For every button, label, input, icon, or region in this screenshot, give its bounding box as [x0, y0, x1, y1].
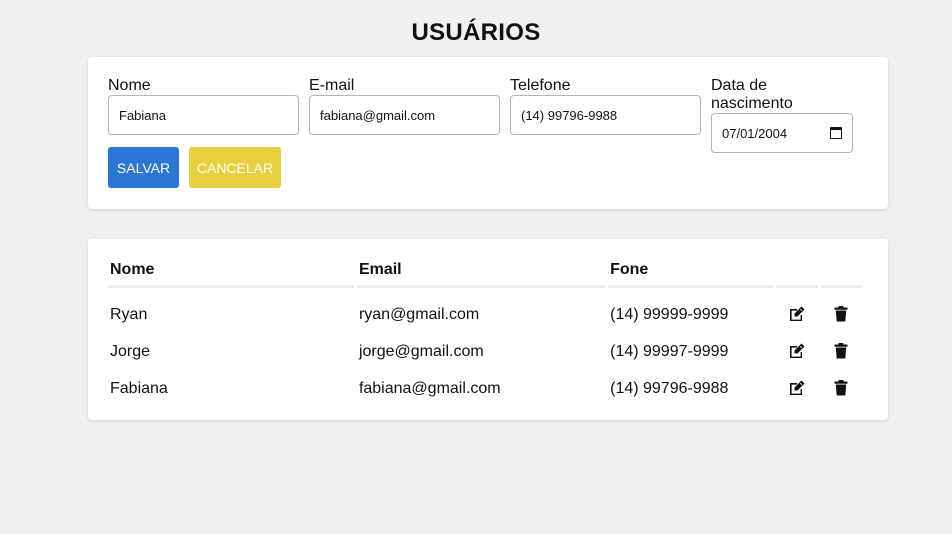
delete-action [821, 333, 863, 370]
table-header-row: Nome Email Fone [108, 257, 862, 288]
table-row: Ryan ryan@gmail.com (14) 99999-9999 [108, 288, 862, 333]
page-title: USUÁRIOS [411, 19, 541, 46]
cell-email: fabiana@gmail.com [358, 379, 501, 397]
nascimento-input[interactable]: 07/01/2004 [711, 113, 853, 153]
header-delete [820, 257, 862, 288]
edit-icon[interactable] [788, 379, 806, 397]
cell-nome: Fabiana [110, 379, 168, 397]
nome-input-value: Fabiana [119, 107, 166, 123]
email-input[interactable]: fabiana@gmail.com [309, 95, 500, 135]
table-row: Fabiana fabiana@gmail.com (14) 99796-998… [108, 370, 862, 407]
cell-fone: (14) 99997-9999 [610, 342, 729, 360]
email-field-group: E-mail fabiana@gmail.com [309, 77, 500, 135]
telefone-field-group: Telefone (14) 99796-9988 [510, 77, 701, 135]
email-input-value: fabiana@gmail.com [320, 107, 436, 123]
header-email: Email [356, 257, 606, 288]
users-table: Nome Email Fone Ryan ryan@gmail.com (14)… [105, 257, 865, 407]
cancel-button[interactable]: CANCELAR [189, 147, 281, 188]
cell-email: jorge@gmail.com [358, 342, 484, 360]
delete-action [821, 370, 863, 407]
edit-action [776, 333, 817, 370]
edit-icon[interactable] [788, 342, 806, 360]
trash-icon[interactable] [832, 305, 850, 323]
trash-icon[interactable] [832, 379, 850, 397]
telefone-label: Telefone [510, 77, 571, 94]
table-row: Jorge jorge@gmail.com (14) 99997-9999 [108, 333, 862, 370]
nome-field-group: Nome Fabiana [108, 77, 299, 135]
nome-label: Nome [108, 77, 151, 94]
email-label: E-mail [309, 77, 355, 94]
save-button[interactable]: SALVAR [108, 147, 179, 188]
edit-action [776, 288, 817, 333]
cell-nome: Jorge [110, 342, 151, 360]
users-table-card: Nome Email Fone Ryan ryan@gmail.com (14)… [88, 239, 888, 420]
edit-action [776, 370, 817, 407]
user-form: Nome Fabiana E-mail fabiana@gmail.com Te… [88, 57, 888, 209]
cell-nome: Ryan [110, 305, 148, 323]
header-nome: Nome [108, 257, 354, 288]
nascimento-label: Data de nascimento [711, 77, 793, 112]
calendar-icon[interactable] [830, 127, 842, 139]
header-fone: Fone [608, 257, 774, 288]
cell-fone: (14) 99999-9999 [610, 305, 729, 323]
nascimento-field-group: Data de nascimento 07/01/2004 [711, 77, 853, 153]
delete-action [821, 288, 863, 333]
nascimento-input-value: 07/01/2004 [722, 125, 788, 141]
cell-fone: (14) 99796-9988 [610, 379, 729, 397]
trash-icon[interactable] [832, 342, 850, 360]
cell-email: ryan@gmail.com [358, 305, 480, 323]
edit-icon[interactable] [788, 305, 806, 323]
telefone-input[interactable]: (14) 99796-9988 [510, 95, 701, 135]
nome-input[interactable]: Fabiana [108, 95, 299, 135]
telefone-input-value: (14) 99796-9988 [521, 107, 618, 123]
header-edit [776, 257, 818, 288]
